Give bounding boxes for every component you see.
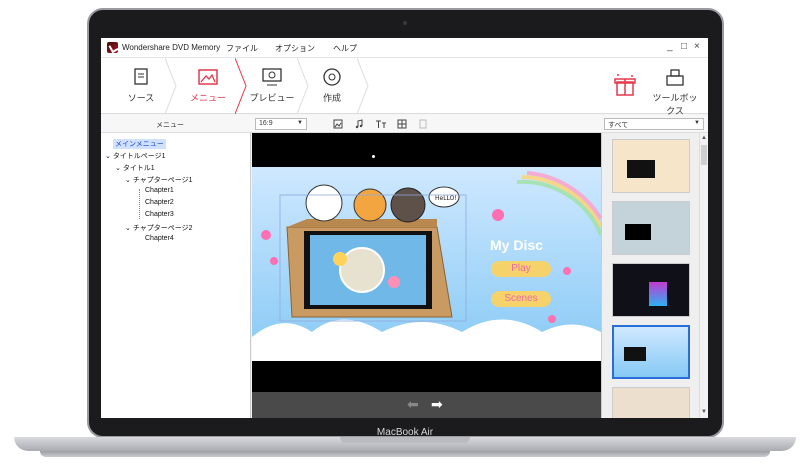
- template-thumb[interactable]: [612, 263, 690, 317]
- scroll-up-icon[interactable]: ▲: [701, 135, 707, 143]
- background-image-icon[interactable]: [333, 119, 343, 129]
- menu-tree-panel: メインメニュー ⌄ タイトルページ1 ⌄ タイトル1 ⌄ チャプターページ1 C…: [101, 133, 251, 418]
- step-source-label: ソース: [127, 93, 155, 103]
- step-menu-label: メニュー: [189, 93, 226, 103]
- step-toolbar: ソース メニュー プレビュー 作成 ツールボックス: [101, 58, 708, 116]
- toolbox-icon: [666, 69, 684, 86]
- scroll-down-icon[interactable]: ▼: [701, 409, 707, 417]
- document-icon: [134, 68, 148, 85]
- menu-panel-label: メニュー: [156, 122, 184, 129]
- device-label: MacBook Air: [376, 427, 434, 438]
- step-source[interactable]: ソース: [111, 58, 171, 114]
- close-button[interactable]: ×: [694, 41, 700, 52]
- step-burn-label: 作成: [322, 93, 341, 103]
- preview-play-icon: [262, 68, 282, 86]
- minimize-button[interactable]: _: [667, 41, 673, 52]
- app-logo-icon: [107, 42, 118, 53]
- template-thumb[interactable]: [612, 387, 690, 418]
- scenes-button[interactable]: Scenes: [491, 291, 551, 307]
- tree-item-chapter-4[interactable]: Chapter4: [145, 235, 174, 242]
- music-icon[interactable]: [354, 119, 364, 129]
- template-filter-select[interactable]: すべて ▼: [604, 118, 704, 130]
- chapter-grid-icon[interactable]: [397, 119, 407, 129]
- disabled-page-icon: [419, 119, 427, 129]
- laptop-bottom: [40, 451, 770, 457]
- speech-bubble-text: HeLLO!: [435, 195, 457, 202]
- step-preview[interactable]: プレビュー: [241, 58, 303, 114]
- scroll-thumb[interactable]: [701, 145, 707, 165]
- template-thumb-selected[interactable]: [612, 325, 690, 379]
- aspect-ratio-select[interactable]: 16:9 ▼: [255, 118, 307, 130]
- toolbox-label: ツールボックス: [652, 93, 698, 116]
- tree-item-title-page-1[interactable]: ⌄ タイトルページ1: [105, 151, 166, 161]
- template-scrollbar[interactable]: ▲ ▼: [699, 133, 708, 418]
- step-divider: [357, 58, 369, 114]
- tree-label: チャプターページ1: [132, 177, 193, 184]
- tree-item-main-menu[interactable]: メインメニュー: [113, 139, 166, 149]
- template-thumb[interactable]: [612, 139, 690, 193]
- next-page-icon[interactable]: ➡: [431, 396, 443, 413]
- camera-dot: [403, 21, 407, 25]
- preview-nav-bar: ⬅ ➡: [252, 392, 601, 418]
- menu-preview: HeLLO! My Disc Play Scenes ⬅ ➡: [252, 133, 601, 418]
- tree-item-chapter-page-1[interactable]: ⌄ チャプターページ1: [125, 175, 193, 185]
- tree-item-title-1[interactable]: ⌄ タイトル1: [115, 163, 155, 173]
- menu-options[interactable]: オプション: [275, 43, 315, 54]
- disc-burn-icon: [323, 68, 341, 86]
- tree-label: チャプターページ2: [132, 225, 193, 232]
- tree-item-chapter-page-2[interactable]: ⌄ チャプターページ2: [125, 223, 193, 233]
- maximize-button[interactable]: □: [681, 41, 687, 52]
- template-filter-value: すべて: [608, 122, 629, 129]
- menu-image-icon: [198, 69, 218, 85]
- app-window: Wondershare DVD Memory ファイル オプション ヘルプ _ …: [101, 38, 708, 418]
- previous-page-icon[interactable]: ⬅: [407, 396, 419, 413]
- toolbox-button[interactable]: ツールボックス: [649, 58, 701, 116]
- step-menu[interactable]: メニュー: [177, 58, 239, 114]
- disc-title[interactable]: My Disc: [490, 237, 543, 253]
- gift-icon[interactable]: [613, 72, 637, 98]
- title-bar: Wondershare DVD Memory ファイル オプション ヘルプ _ …: [101, 38, 708, 58]
- step-burn[interactable]: 作成: [301, 58, 363, 114]
- tree-item-chapter-3[interactable]: Chapter3: [145, 211, 174, 218]
- template-panel: ▲ ▼: [601, 133, 708, 418]
- step-divider: [165, 58, 177, 114]
- tree-item-chapter-1[interactable]: Chapter1: [145, 187, 174, 194]
- sub-toolbar: メニュー 16:9 ▼ すべて ▼: [101, 115, 708, 133]
- tree-guide: [139, 189, 143, 219]
- tree-label: タイトル1: [122, 165, 155, 172]
- play-button[interactable]: Play: [491, 261, 551, 277]
- text-icon[interactable]: [375, 119, 387, 129]
- tree-label: タイトルページ1: [112, 153, 166, 160]
- app-title: Wondershare DVD Memory: [122, 43, 221, 52]
- chevron-down-icon: ▼: [694, 120, 700, 126]
- template-thumb[interactable]: [612, 201, 690, 255]
- aspect-ratio-value: 16:9: [259, 120, 273, 127]
- menu-scene[interactable]: HeLLO! My Disc Play Scenes: [252, 167, 601, 361]
- step-preview-label: プレビュー: [249, 93, 295, 103]
- chevron-down-icon: ▼: [297, 120, 303, 126]
- menu-help[interactable]: ヘルプ: [333, 43, 357, 54]
- rotate-handle[interactable]: [372, 155, 375, 158]
- menu-file[interactable]: ファイル: [226, 43, 258, 54]
- tree-item-chapter-2[interactable]: Chapter2: [145, 199, 174, 206]
